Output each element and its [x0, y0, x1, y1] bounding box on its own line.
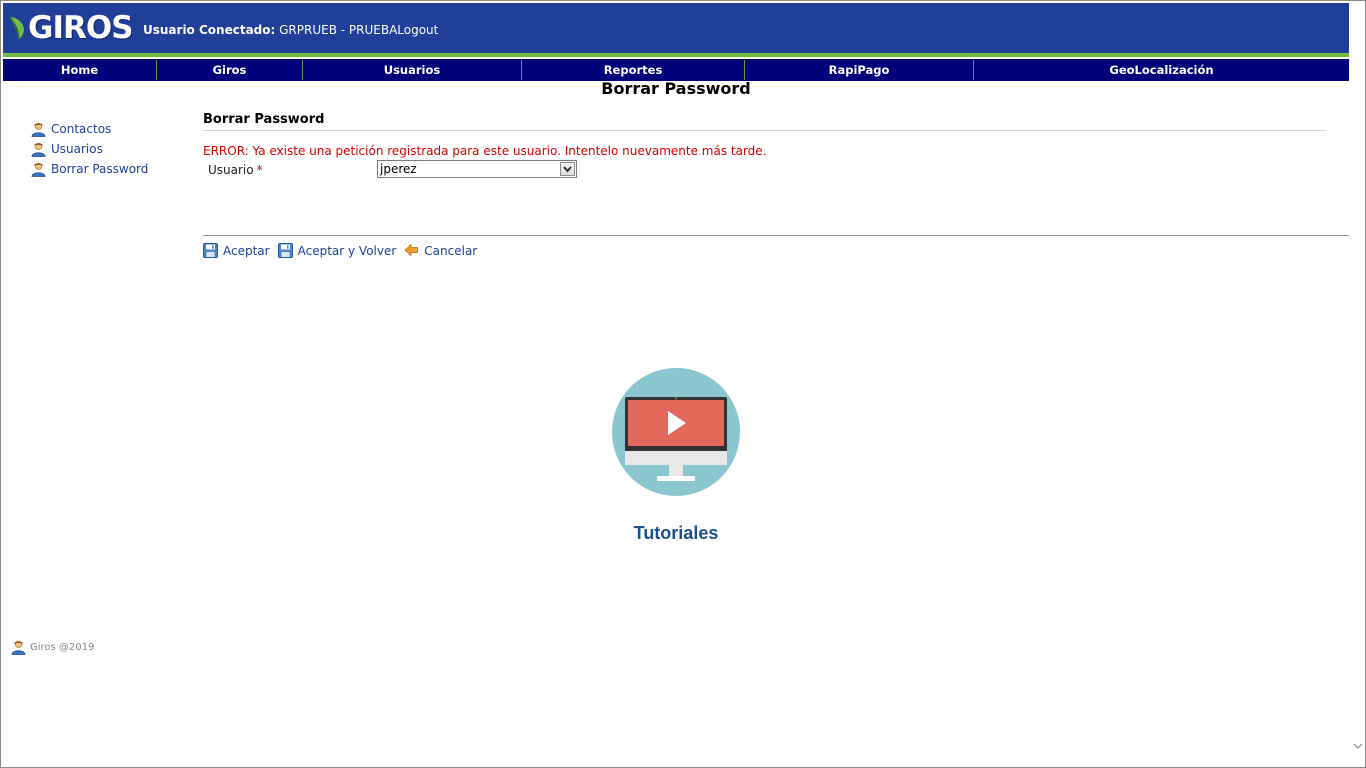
nav-item-reportes[interactable]: Reportes	[522, 60, 745, 80]
page-title: Borrar Password	[601, 79, 751, 98]
leaf-icon	[9, 16, 24, 40]
usuario-select-value: jperez	[380, 162, 417, 176]
tutoriales-link[interactable]: Tutoriales	[576, 523, 776, 544]
header-divider	[3, 53, 1349, 58]
chevron-down-icon[interactable]	[560, 162, 575, 176]
footer-text: Giros @2019	[30, 642, 95, 653]
sidebar-item-usuarios[interactable]: Usuarios	[31, 139, 148, 159]
user-icon	[11, 640, 26, 655]
connected-user-line: Usuario Conectado: GRPRUEB - PRUEBALogou…	[143, 23, 438, 37]
form-actions: Aceptar Aceptar y Volver Cancelar	[203, 243, 485, 258]
connected-user-value: GRPRUEB - PRUEBA	[279, 23, 398, 37]
giros-logo[interactable]: GIROS	[9, 9, 134, 47]
cancelar-button[interactable]: Cancelar	[404, 243, 477, 258]
aceptar-y-volver-label: Aceptar y Volver	[297, 243, 397, 258]
browser-page: GIROS Usuario Conectado: GRPRUEB - PRUEB…	[0, 0, 1366, 768]
aceptar-button[interactable]: Aceptar	[203, 243, 270, 258]
nav-item-home[interactable]: Home	[3, 60, 157, 80]
sidebar-item-label: Contactos	[51, 122, 112, 136]
error-message: ERROR: Ya existe una petición registrada…	[203, 144, 767, 158]
user-icon	[31, 162, 46, 177]
logout-link[interactable]: Logout	[397, 23, 438, 37]
required-marker: *	[256, 163, 263, 177]
video-monitor-icon[interactable]	[611, 367, 741, 497]
back-arrow-icon	[404, 243, 419, 257]
nav-item-giros[interactable]: Giros	[157, 60, 303, 80]
main-nav: Home Giros Usuarios Reportes RapiPago Ge…	[3, 59, 1349, 81]
nav-item-geolocalizacion[interactable]: GeoLocalización	[974, 60, 1349, 80]
save-icon	[203, 243, 218, 258]
section-title: Borrar Password	[203, 112, 325, 127]
section-divider	[203, 130, 1326, 131]
usuario-select[interactable]: jperez	[377, 160, 577, 178]
sidebar: Contactos Usuarios Borrar Password	[31, 119, 148, 179]
sidebar-item-borrar-password[interactable]: Borrar Password	[31, 159, 148, 179]
user-icon	[31, 142, 46, 157]
sidebar-item-contactos[interactable]: Contactos	[31, 119, 148, 139]
connected-user-label: Usuario Conectado:	[143, 23, 276, 37]
actions-divider	[203, 235, 1349, 236]
nav-item-rapipago[interactable]: RapiPago	[745, 60, 974, 80]
save-icon	[277, 243, 293, 258]
scroll-down-icon[interactable]	[1352, 739, 1364, 753]
aceptar-label: Aceptar	[223, 243, 270, 258]
sidebar-item-label: Borrar Password	[51, 162, 149, 176]
nav-item-usuarios[interactable]: Usuarios	[303, 60, 522, 80]
user-icon	[31, 122, 46, 137]
usuario-field-label: Usuario *	[208, 163, 263, 177]
cancelar-label: Cancelar	[424, 243, 478, 258]
aceptar-y-volver-button[interactable]: Aceptar y Volver	[277, 243, 397, 258]
usuario-label-text: Usuario	[208, 163, 254, 177]
sidebar-item-label: Usuarios	[51, 142, 103, 156]
logo-text: GIROS	[28, 10, 134, 46]
app-header: GIROS Usuario Conectado: GRPRUEB - PRUEB…	[3, 3, 1349, 53]
footer: Giros @2019	[11, 640, 94, 655]
